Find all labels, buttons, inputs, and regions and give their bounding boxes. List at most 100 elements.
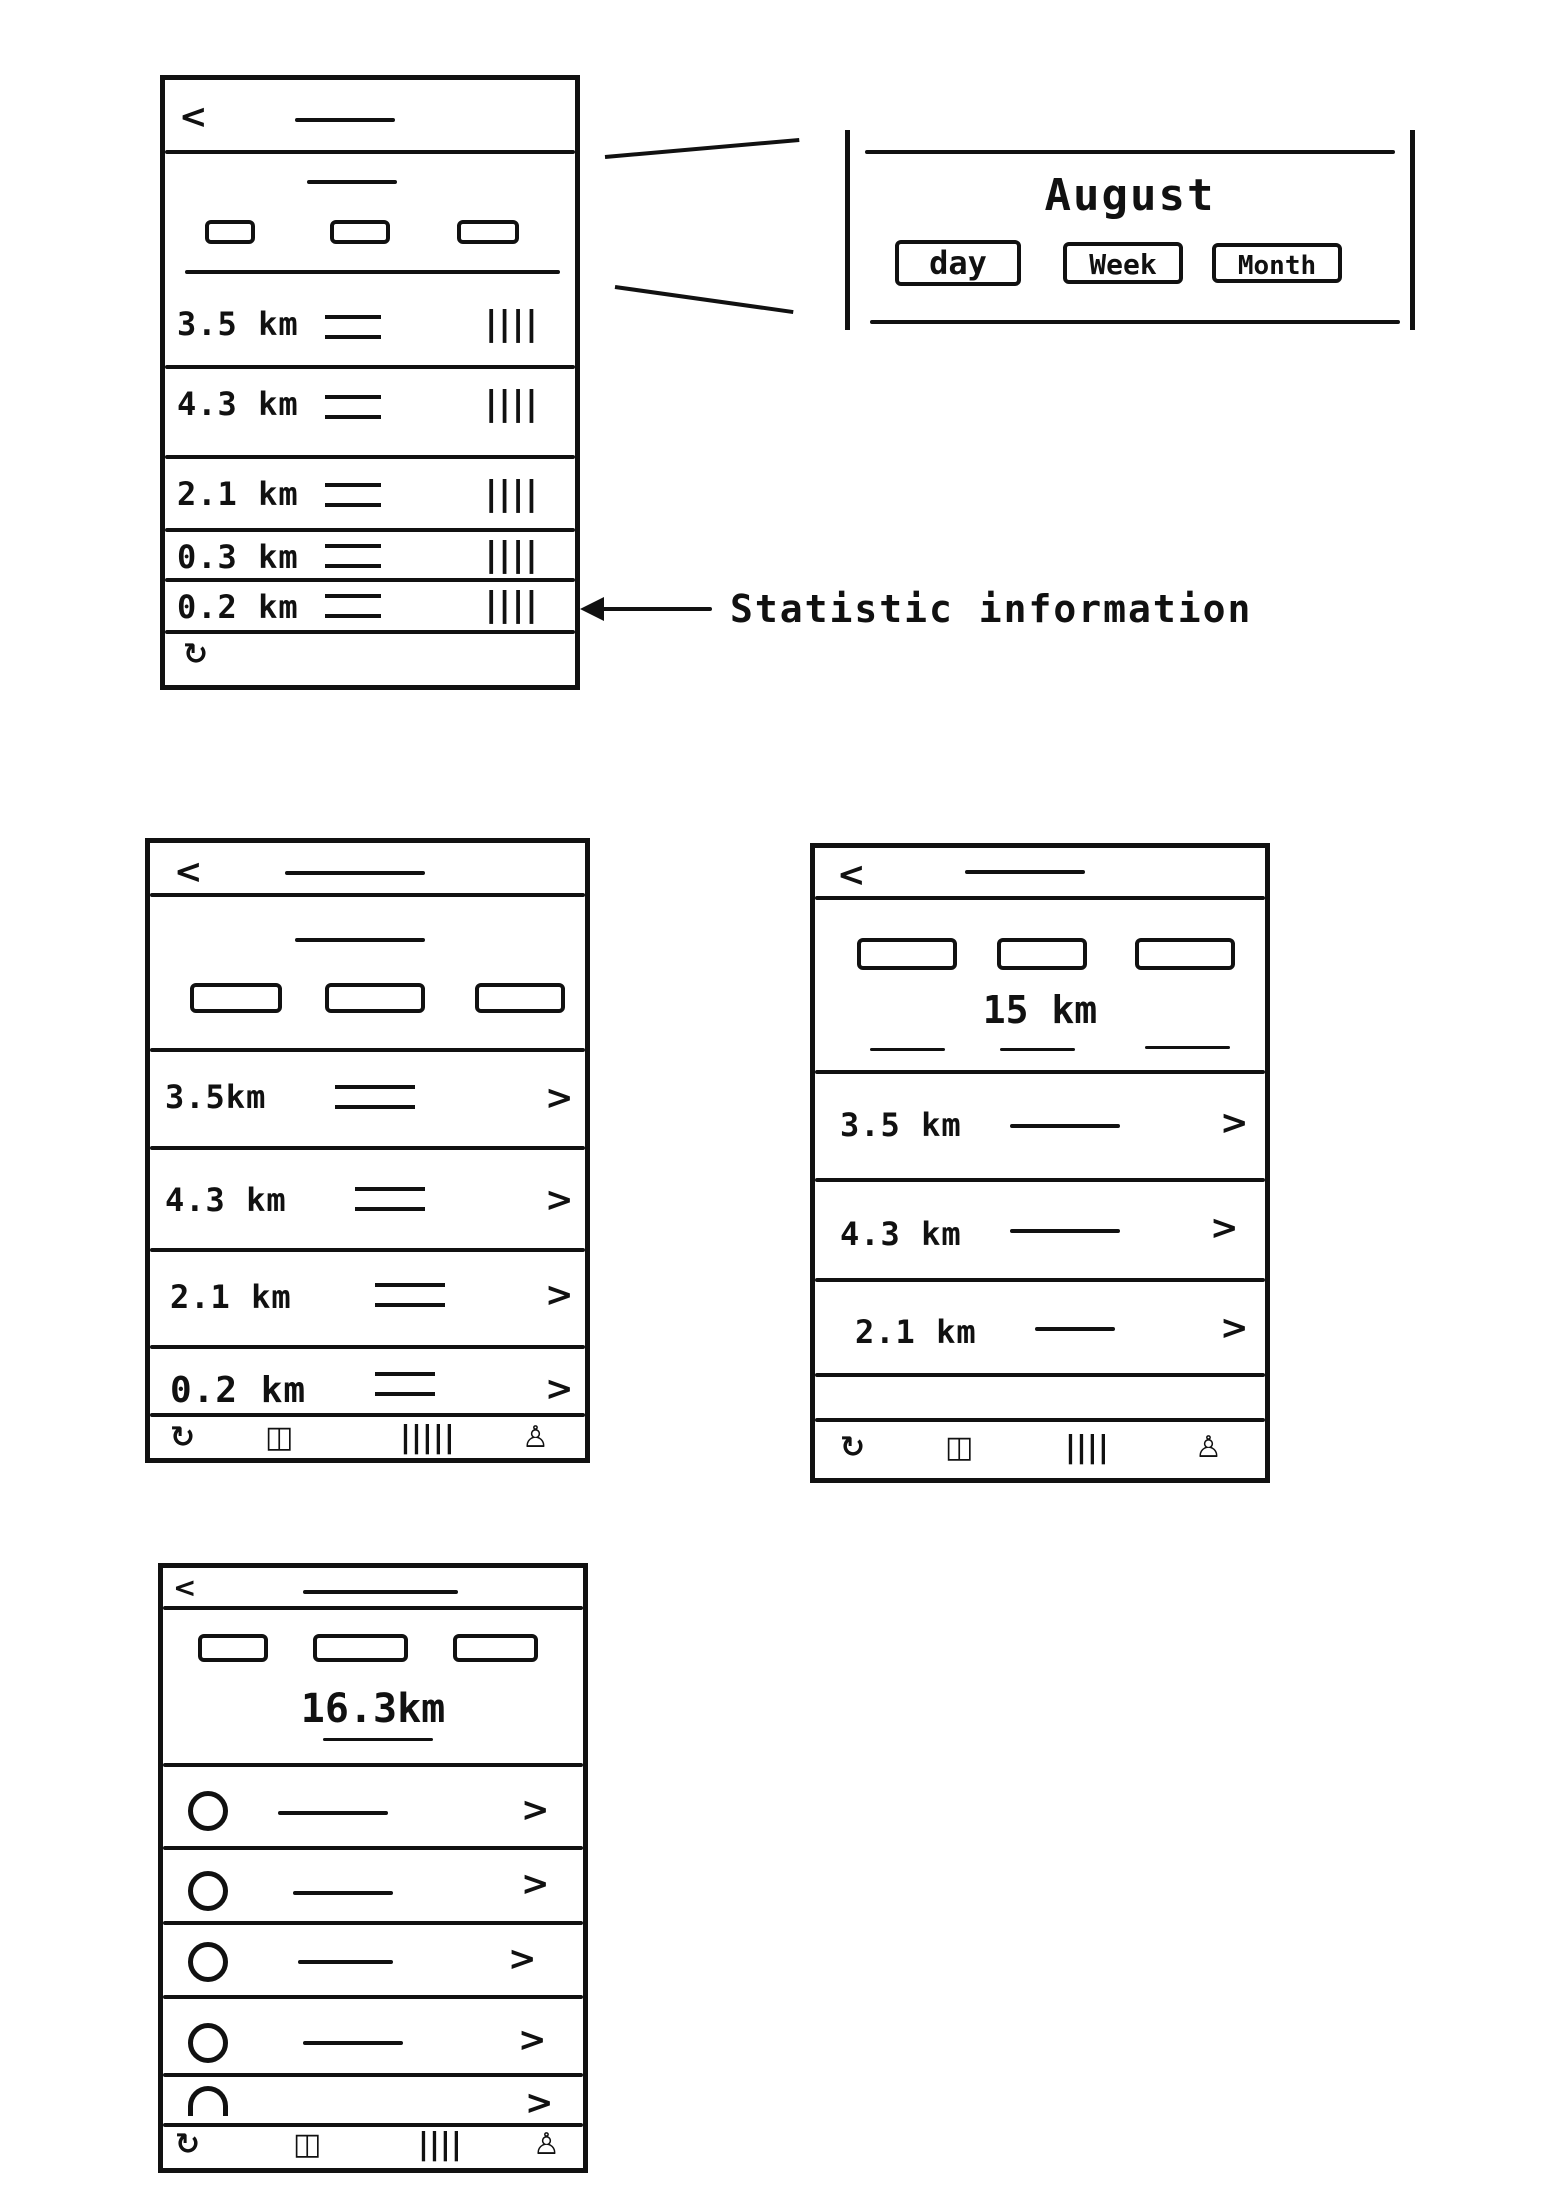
map-icon[interactable]: ◫: [265, 1423, 293, 1453]
segment-month-button[interactable]: [1135, 938, 1235, 970]
header-title-placeholder: [303, 1590, 458, 1594]
map-icon[interactable]: ◫: [293, 2130, 321, 2160]
segment-day-button[interactable]: [205, 220, 255, 244]
back-icon[interactable]: <: [174, 855, 203, 889]
chevron-right-icon[interactable]: >: [521, 1867, 550, 1901]
chevron-right-icon[interactable]: >: [545, 1183, 574, 1217]
total-distance: 15 km: [982, 988, 1098, 1032]
arrow-shaft: [602, 607, 712, 611]
list-item[interactable]: 4.3 km ||||: [165, 375, 575, 435]
list-item[interactable]: >: [163, 1773, 583, 1853]
segment-week-button[interactable]: [997, 938, 1087, 970]
month-label: August: [1044, 170, 1216, 221]
list-item[interactable]: 2.1 km ||||: [165, 465, 575, 520]
running-icon[interactable]: ↻: [170, 1423, 195, 1453]
segment-day-button[interactable]: [190, 983, 282, 1013]
profile-icon[interactable]: ♙: [533, 2130, 560, 2160]
screen-activity-list-stats: < 3.5 km |||| 4.3 km |||| 2.1 km |||| 0.…: [160, 75, 580, 690]
statistic-label: Statistic information: [730, 587, 1253, 631]
details-placeholder: [293, 1891, 393, 1895]
running-icon[interactable]: ↻: [840, 1433, 865, 1463]
distance-label: 2.1 km: [170, 1278, 292, 1316]
chevron-right-icon[interactable]: >: [1210, 1211, 1239, 1245]
details-placeholder-icon: [325, 483, 381, 507]
chevron-right-icon[interactable]: >: [525, 2086, 554, 2120]
segment-month-button[interactable]: Month: [1212, 243, 1342, 283]
chevron-right-icon[interactable]: >: [1220, 1106, 1249, 1140]
row-divider: [163, 1921, 583, 1925]
chevron-right-icon[interactable]: >: [521, 1793, 550, 1827]
stats-icon[interactable]: ||||: [1065, 1433, 1109, 1463]
list-item[interactable]: >: [163, 1853, 583, 1923]
segment-week-button[interactable]: [330, 220, 390, 244]
running-icon[interactable]: ↻: [175, 2130, 200, 2160]
list-item[interactable]: 0.2 km >: [150, 1350, 585, 1411]
segment-day-button[interactable]: day: [895, 240, 1021, 286]
list-item[interactable]: 3.5 km ||||: [165, 295, 575, 355]
segment-week-button[interactable]: [325, 983, 425, 1013]
nav-divider: [815, 1418, 1265, 1422]
row-divider: [815, 1178, 1265, 1182]
back-icon[interactable]: <: [179, 100, 208, 134]
details-placeholder-icon: [325, 315, 381, 339]
chevron-right-icon[interactable]: >: [508, 1942, 537, 1976]
segment-week-button[interactable]: [313, 1634, 408, 1662]
distance-label: 3.5 km: [177, 305, 299, 343]
details-placeholder: [303, 2041, 403, 2045]
statistic-annotation: Statistic information: [580, 585, 1280, 635]
summary-placeholder: [1000, 1048, 1075, 1051]
list-item[interactable]: 2.1 km >: [815, 1283, 1265, 1378]
list-item[interactable]: >: [163, 2003, 583, 2078]
segment-month-button[interactable]: [457, 220, 519, 244]
chevron-right-icon[interactable]: >: [518, 2023, 547, 2057]
stats-icon[interactable]: ||||: [418, 2130, 462, 2160]
distance-label: 3.5km: [165, 1078, 267, 1116]
chevron-right-icon[interactable]: >: [545, 1372, 574, 1406]
list-item[interactable]: >: [163, 1928, 583, 1998]
chevron-right-icon[interactable]: >: [1220, 1311, 1249, 1345]
details-placeholder-icon: [335, 1085, 415, 1109]
segment-month-button[interactable]: [453, 1634, 538, 1662]
screen-activity-circles: < 16.3km > > > > > ↻ ◫ |||| ♙: [158, 1563, 588, 2173]
distance-label: 3.5 km: [840, 1106, 962, 1144]
month-title-placeholder: [295, 938, 425, 942]
summary-placeholder: [870, 1048, 945, 1051]
list-item[interactable]: 4.3 km >: [815, 1183, 1265, 1283]
list-item[interactable]: >: [163, 2080, 583, 2120]
stats-bars-icon[interactable]: ||||: [485, 387, 539, 421]
list-item[interactable]: 3.5km >: [150, 1053, 585, 1143]
back-icon[interactable]: <: [837, 858, 866, 892]
segment-day-button[interactable]: [198, 1634, 268, 1662]
profile-icon[interactable]: ♙: [522, 1423, 549, 1453]
row-divider: [165, 455, 575, 459]
callout-top-line: [865, 150, 1395, 154]
details-placeholder: [1035, 1327, 1115, 1331]
chevron-right-icon[interactable]: >: [545, 1081, 574, 1115]
chevron-right-icon[interactable]: >: [545, 1278, 574, 1312]
stats-bars-icon[interactable]: ||||: [485, 477, 539, 511]
details-placeholder: [298, 1960, 393, 1964]
header-divider: [150, 893, 585, 897]
arrow-head-icon: [580, 597, 604, 621]
profile-icon[interactable]: ♙: [1195, 1433, 1222, 1463]
segment-day-button[interactable]: [857, 938, 957, 970]
segment-week-button[interactable]: Week: [1063, 242, 1183, 284]
row-divider: [815, 1278, 1265, 1282]
row-divider: [150, 1248, 585, 1252]
list-item[interactable]: 0.3 km ||||: [165, 532, 575, 577]
stats-icon[interactable]: |||||: [400, 1423, 455, 1453]
stats-bars-icon[interactable]: ||||: [485, 307, 539, 341]
list-item[interactable]: 0.2 km ||||: [165, 582, 575, 627]
running-icon[interactable]: ↻: [183, 640, 208, 670]
list-item[interactable]: 3.5 km >: [815, 1078, 1265, 1178]
segment-callout: August day Week Month: [845, 130, 1415, 330]
map-icon[interactable]: ◫: [945, 1433, 973, 1463]
list-item[interactable]: 2.1 km >: [150, 1253, 585, 1343]
segment-month-button[interactable]: [475, 983, 565, 1013]
list-item[interactable]: 4.3 km >: [150, 1151, 585, 1246]
distance-label: 4.3 km: [165, 1181, 287, 1219]
header-divider: [165, 150, 575, 154]
stats-bars-icon[interactable]: ||||: [485, 538, 539, 572]
stats-bars-icon[interactable]: ||||: [485, 588, 539, 622]
back-icon[interactable]: <: [173, 1574, 196, 1602]
